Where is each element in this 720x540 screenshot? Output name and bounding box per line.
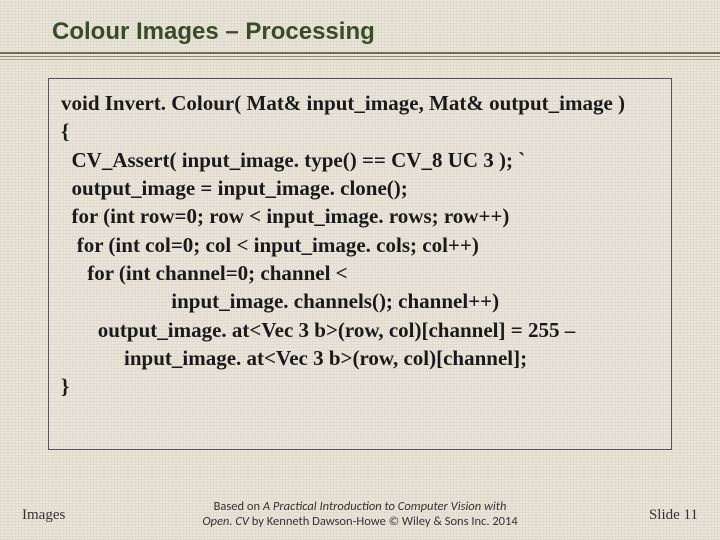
footer: Images Based on A Practical Introduction…: [0, 490, 720, 530]
footer-book-title-2: Open. CV: [202, 514, 249, 529]
code-line: input_image. channels(); channel++): [61, 287, 659, 315]
code-line: CV_Assert( input_image. type() == CV_8 U…: [61, 146, 659, 174]
footer-author: by Kenneth Dawson-Howe © Wiley & Sons In…: [249, 514, 518, 529]
code-block: void Invert. Colour( Mat& input_image, M…: [48, 78, 672, 450]
slide-title: Colour Images – Processing: [52, 18, 375, 46]
code-line: {: [61, 117, 659, 145]
footer-left: Images: [22, 507, 65, 524]
code-line: void Invert. Colour( Mat& input_image, M…: [61, 89, 659, 117]
code-line: input_image. at<Vec 3 b>(row, col)[chann…: [61, 344, 659, 372]
code-line: output_image = input_image. clone();: [61, 174, 659, 202]
footer-center: Based on A Practical Introduction to Com…: [170, 499, 550, 530]
code-line: for (int channel=0; channel <: [61, 259, 659, 287]
code-line: for (int col=0; col < input_image. cols;…: [61, 231, 659, 259]
slide-number: Slide 11: [649, 507, 698, 524]
code-line: }: [61, 372, 659, 400]
footer-book-title-1: A Practical Introduction to Computer Vis…: [263, 499, 507, 514]
footer-based-on: Based on: [214, 499, 263, 514]
title-underline: [0, 52, 720, 60]
code-line: for (int row=0; row < input_image. rows;…: [61, 202, 659, 230]
code-line: output_image. at<Vec 3 b>(row, col)[chan…: [61, 316, 659, 344]
